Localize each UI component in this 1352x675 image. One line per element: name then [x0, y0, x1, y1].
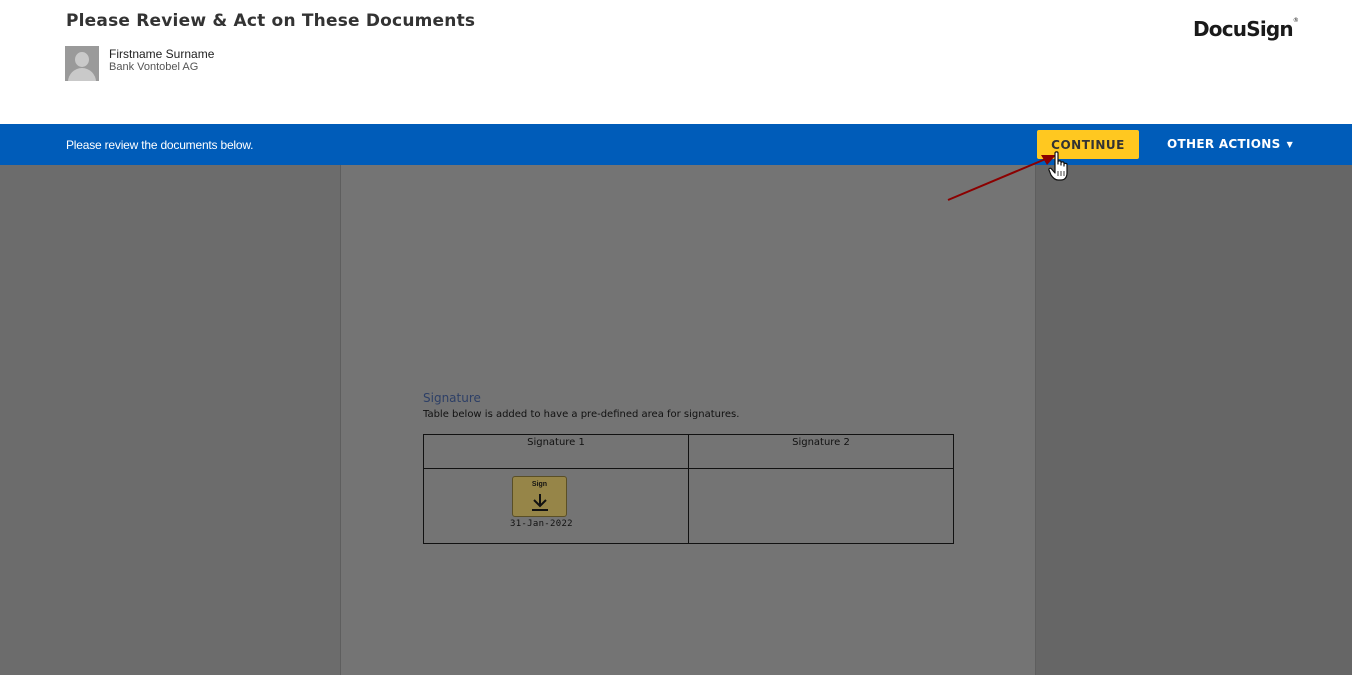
table-header-cell: Signature 2 — [689, 435, 953, 469]
other-actions-label: OTHER ACTIONS — [1167, 137, 1281, 151]
signature-heading: Signature — [423, 391, 481, 405]
avatar-head — [75, 52, 89, 67]
sender-organization: Bank Vontobel AG — [109, 61, 199, 73]
sign-tag-label: Sign — [531, 481, 548, 488]
viewer-margin-left — [0, 165, 340, 675]
review-message: Please review the documents below. — [66, 138, 254, 152]
logo-text: DocuSign — [1193, 17, 1294, 41]
signature-date: 31-Jan-2022 — [510, 519, 573, 529]
signature-description: Table below is added to have a pre-defin… — [423, 409, 740, 420]
table-header-cell: Signature 1 — [424, 435, 688, 469]
signature-column-2: Signature 2 — [689, 435, 953, 543]
sign-here-tag[interactable]: Sign — [512, 476, 567, 517]
trademark-mark: ® — [1292, 17, 1299, 24]
docusign-logo: DocuSign® — [1193, 17, 1299, 41]
avatar — [65, 46, 99, 81]
action-bar: Please review the documents below. CONTI… — [0, 124, 1352, 165]
avatar-body — [68, 68, 96, 81]
other-actions-menu[interactable]: OTHER ACTIONS ▼ — [1167, 137, 1293, 151]
page-title: Please Review & Act on These Documents — [66, 11, 476, 31]
signature-table: Signature 1 Sign 31-Jan-2022 Signature 2 — [423, 434, 954, 544]
download-arrow-icon — [532, 494, 548, 511]
signature-column-1: Signature 1 Sign 31-Jan-2022 — [424, 435, 689, 543]
hand-pointer-cursor — [1048, 151, 1068, 181]
document-viewer[interactable]: Signature Table below is added to have a… — [0, 165, 1352, 675]
caret-down-icon: ▼ — [1286, 140, 1294, 149]
document-page: Signature Table below is added to have a… — [340, 165, 1036, 675]
sender-name: Firstname Surname — [109, 47, 215, 61]
header: Please Review & Act on These Documents F… — [0, 0, 1352, 124]
